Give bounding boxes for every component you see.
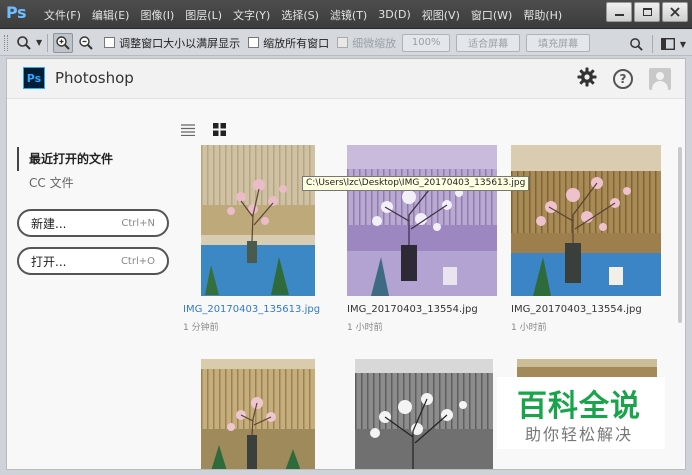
fit-screen-button[interactable]: 适合屏幕: [456, 33, 521, 52]
fill-screen-button[interactable]: 填充屏幕: [526, 33, 591, 52]
grid-view-icon: [213, 123, 226, 136]
chevron-down-icon[interactable]: ▼: [680, 40, 686, 49]
recent-file-time: 1 小时前: [511, 323, 547, 333]
file-preview-image: [355, 359, 493, 469]
zoom-100-button[interactable]: 100%: [402, 33, 451, 52]
photoshop-app-icon: Ps: [23, 67, 45, 89]
menu-edit[interactable]: 编辑(E): [92, 7, 130, 23]
menu-select[interactable]: 选择(S): [281, 7, 319, 23]
menu-help[interactable]: 帮助(H): [523, 7, 562, 23]
chevron-down-icon[interactable]: ▼: [36, 38, 42, 47]
open-file-button[interactable]: 打开... Ctrl+O: [17, 247, 169, 275]
close-button[interactable]: [662, 2, 688, 22]
recent-file-thumbnail[interactable]: [347, 145, 497, 296]
new-document-button[interactable]: 新建... Ctrl+N: [17, 209, 169, 237]
close-icon: [663, 3, 687, 21]
question-mark-icon: ?: [619, 72, 627, 86]
menu-layer[interactable]: 图层(L): [185, 7, 222, 23]
minimize-icon: [614, 14, 624, 16]
workspace-icon: [660, 38, 675, 50]
menu-window[interactable]: 窗口(W): [471, 7, 512, 23]
recent-file-name[interactable]: IMG_20170403_135613.jpg: [183, 304, 320, 315]
list-view-button[interactable]: [181, 121, 195, 140]
title-bar: Ps 文件(F) 编辑(E) 图像(I) 图层(L) 文字(Y) 选择(S) 滤…: [0, 0, 692, 29]
recent-file-thumbnail[interactable]: [511, 145, 661, 296]
scrubby-zoom-checkbox[interactable]: 细微缩放: [337, 35, 396, 51]
file-preview-image: [347, 145, 497, 296]
recent-file-time: 1 小时前: [347, 323, 383, 333]
divider: [47, 33, 49, 52]
window-controls: [604, 2, 688, 22]
zoom-out-icon: [79, 35, 93, 50]
minimize-button[interactable]: [606, 2, 632, 22]
zoom-icon: [17, 35, 31, 50]
maximize-button[interactable]: [634, 2, 660, 22]
options-bar: ▼ 调整窗口大小以满屏显示 缩放所有窗口 细微缩放 100% 适合屏幕 填充屏幕…: [0, 30, 692, 56]
zoom-out-button[interactable]: [76, 33, 96, 53]
recent-file-name[interactable]: IMG_20170403_13554.jpg: [347, 304, 478, 315]
search-button[interactable]: [627, 34, 647, 54]
recent-file-thumbnail[interactable]: [201, 145, 315, 296]
maximize-icon: [642, 8, 652, 16]
divider: [651, 35, 653, 53]
recent-file-thumbnail[interactable]: [517, 359, 657, 379]
gear-icon: [577, 67, 597, 87]
file-preview-image: [201, 145, 315, 296]
menu-image[interactable]: 图像(I): [140, 7, 174, 23]
menu-view[interactable]: 视图(V): [422, 7, 460, 23]
start-sidebar: 最近打开的文件 CC 文件 新建... Ctrl+N 打开... Ctrl+O: [17, 147, 172, 275]
file-preview-image: [517, 359, 657, 379]
sidebar-item-cc-files[interactable]: CC 文件: [17, 171, 172, 195]
resize-windows-checkbox[interactable]: 调整窗口大小以满屏显示: [104, 35, 240, 51]
file-preview-image: [511, 145, 661, 296]
zoom-in-button[interactable]: [53, 32, 74, 53]
zoom-in-icon: [56, 35, 70, 50]
recent-file-thumbnail[interactable]: [355, 359, 493, 469]
app-name: Photoshop: [55, 69, 134, 87]
options-grip[interactable]: [4, 34, 8, 51]
help-button[interactable]: ?: [613, 69, 633, 89]
list-view-icon: [181, 124, 195, 137]
sidebar-item-recent-files[interactable]: 最近打开的文件: [17, 147, 172, 171]
watermark: 百科全说 助你轻松解决: [497, 377, 665, 449]
scrollbar[interactable]: [678, 147, 682, 323]
workspace-switcher-button[interactable]: [658, 34, 678, 54]
menu-bar: 文件(F) 编辑(E) 图像(I) 图层(L) 文字(Y) 选择(S) 滤镜(T…: [44, 0, 573, 29]
file-path-tooltip: C:\Users\lzc\Desktop\IMG_20170403_135613…: [302, 176, 530, 191]
watermark-subtitle: 助你轻松解决: [525, 425, 634, 444]
recent-file-thumbnail[interactable]: [201, 359, 315, 469]
grid-view-button[interactable]: [213, 121, 226, 140]
search-icon: [630, 37, 644, 51]
photoshop-logo: Ps: [6, 3, 26, 22]
settings-button[interactable]: [577, 67, 597, 91]
view-toggle-group: [181, 121, 244, 140]
file-preview-image: [201, 359, 315, 469]
avatar[interactable]: [649, 68, 671, 90]
workspace-header: Ps Photoshop ?: [7, 59, 685, 99]
recent-file-name[interactable]: IMG_20170403_13554.jpg: [511, 304, 642, 315]
menu-type[interactable]: 文字(Y): [233, 7, 270, 23]
menu-3d[interactable]: 3D(D): [378, 8, 411, 21]
zoom-all-checkbox[interactable]: 缩放所有窗口: [248, 35, 329, 51]
menu-filter[interactable]: 滤镜(T): [330, 7, 367, 23]
watermark-title: 百科全说: [517, 389, 641, 424]
recent-file-time: 1 分钟前: [183, 323, 219, 333]
zoom-tool-preset-button[interactable]: [14, 33, 34, 53]
menu-file[interactable]: 文件(F): [44, 7, 81, 23]
